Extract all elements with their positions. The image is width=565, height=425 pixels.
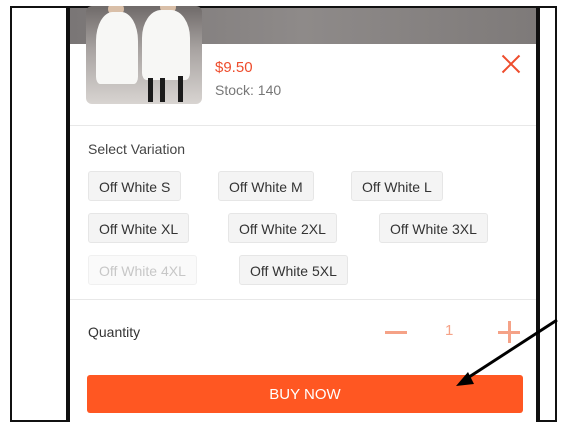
quantity-value[interactable]: 1: [445, 322, 453, 339]
variation-chip-4xl: Off White 4XL: [88, 255, 197, 285]
minus-icon[interactable]: [385, 331, 407, 334]
variation-chip-l[interactable]: Off White L: [351, 171, 443, 201]
model-dress: [96, 12, 138, 84]
buy-now-button[interactable]: BUY NOW: [87, 375, 523, 413]
quantity-label: Quantity: [88, 324, 141, 340]
divider: [70, 299, 536, 300]
variation-chip-3xl[interactable]: Off White 3XL: [379, 213, 488, 243]
variation-chip-5xl[interactable]: Off White 5XL: [239, 255, 348, 285]
model-leg: [148, 78, 153, 102]
product-stock: Stock: 140: [215, 82, 282, 98]
model-dress: [142, 10, 190, 80]
variation-chip-2xl[interactable]: Off White 2XL: [228, 213, 337, 243]
model-leg: [178, 76, 183, 102]
phone-bezel-right: [536, 8, 540, 422]
model-leg: [160, 78, 165, 102]
select-variation-label: Select Variation: [88, 141, 186, 157]
product-thumbnail: [86, 6, 202, 104]
variation-chip-m[interactable]: Off White M: [218, 171, 314, 201]
plus-icon[interactable]: [498, 321, 520, 343]
divider: [70, 125, 536, 126]
variation-chip-xl[interactable]: Off White XL: [88, 213, 190, 243]
product-price: $9.50: [215, 59, 253, 76]
close-icon[interactable]: [499, 52, 523, 76]
variation-chip-s[interactable]: Off White S: [88, 171, 182, 201]
